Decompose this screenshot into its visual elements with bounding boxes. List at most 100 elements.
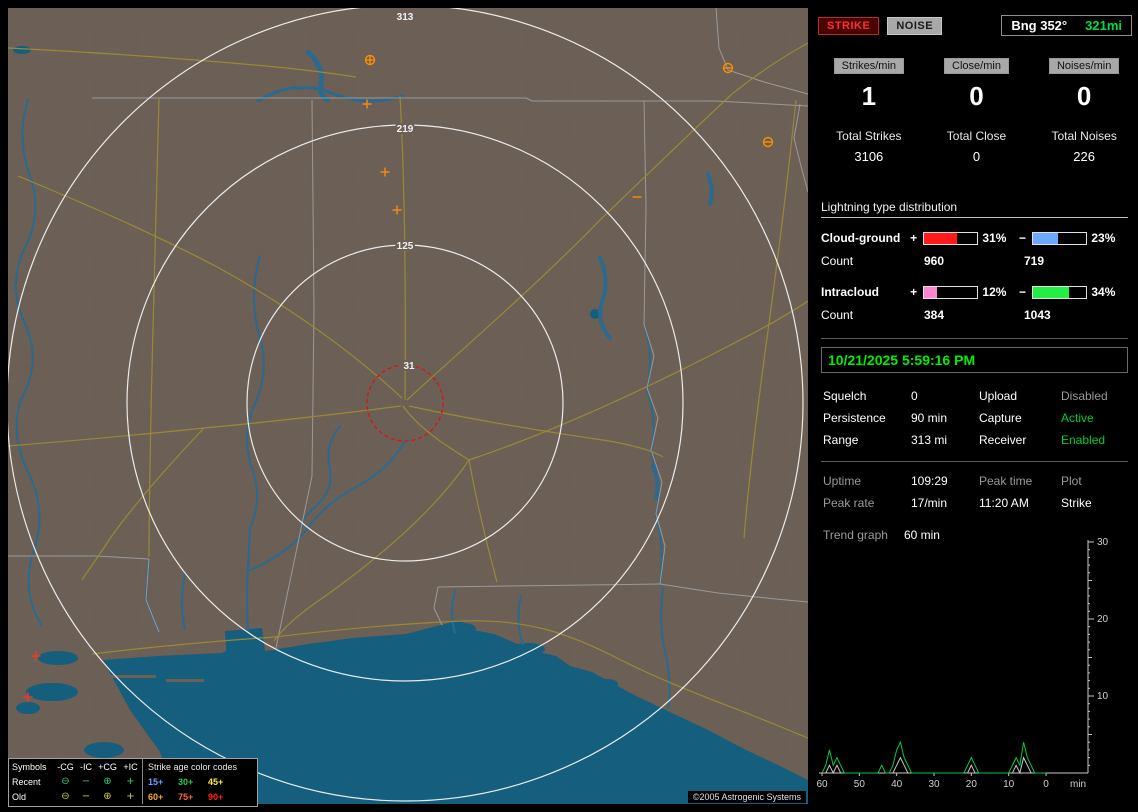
squelch-label: Squelch bbox=[823, 389, 867, 403]
svg-text:10: 10 bbox=[1097, 691, 1109, 702]
squelch-value: 0 bbox=[911, 389, 918, 403]
count-label: Count bbox=[821, 308, 854, 322]
legend-symbols-header: Symbols bbox=[12, 761, 47, 772]
ic-negative-percent: 34% bbox=[1091, 285, 1116, 299]
trend-chart: 10 20 30 60 50 40 30 20 10 0 min bbox=[816, 537, 1109, 790]
close-per-min-value: 0 bbox=[969, 81, 984, 111]
svg-text:40: 40 bbox=[891, 779, 903, 790]
old-pcg-icon: ⊕ bbox=[103, 790, 112, 802]
persistence-value: 90 min bbox=[911, 411, 948, 425]
upload-status: Disabled bbox=[1061, 389, 1108, 403]
cg-positive-percent: 31% bbox=[982, 231, 1007, 245]
peak-time-value: 11:20 AM bbox=[979, 496, 1029, 510]
plot-label: Plot bbox=[1061, 474, 1082, 488]
divider bbox=[821, 461, 1128, 462]
map-display[interactable]: 313 219 125 31 Symbols -CG -IC +CG +IC S… bbox=[8, 8, 808, 807]
cg-negative-count: 719 bbox=[1024, 254, 1045, 268]
bearing-value: Bng 352° bbox=[1011, 18, 1068, 33]
svg-text:30: 30 bbox=[928, 779, 940, 790]
plus-sign: + bbox=[910, 231, 918, 245]
age-60: 60+ bbox=[148, 791, 164, 802]
svg-text:30: 30 bbox=[1097, 537, 1109, 548]
legend-recent-label: Recent bbox=[12, 776, 41, 787]
ring-label-125: 125 bbox=[397, 241, 414, 252]
old-nic-icon: − bbox=[81, 790, 91, 802]
recent-ncg-icon: ⊖ bbox=[61, 775, 70, 787]
ic-negative-bar bbox=[1031, 285, 1088, 299]
svg-text:10: 10 bbox=[1003, 779, 1015, 790]
intracloud-count-row: Count 384 1043 bbox=[821, 308, 1128, 322]
total-counters: Total Strikes 3106 Total Close 0 Total N… bbox=[815, 129, 1138, 164]
close-per-min-label: Close/min bbox=[944, 58, 1009, 74]
plus-sign: + bbox=[910, 285, 918, 299]
strikes-per-min-label: Strikes/min bbox=[833, 58, 905, 74]
copyright-notice: ©2005 Astrogenic Systems bbox=[687, 791, 806, 803]
settings-grid: Squelch 0 Upload Disabled Persistence 90… bbox=[823, 389, 1132, 447]
total-close-value: 0 bbox=[972, 149, 981, 164]
strike-mode-button[interactable]: STRIKE bbox=[818, 16, 880, 35]
strikes-per-min-value: 1 bbox=[861, 81, 877, 111]
recent-age-codes: 15+ 30+ 45+ bbox=[142, 774, 257, 789]
ic-negative-count: 1043 bbox=[1024, 308, 1051, 322]
map-legend: Symbols -CG -IC +CG +IC Strike age color… bbox=[8, 758, 258, 807]
range-label: Range bbox=[823, 433, 859, 447]
legend-old-label: Old bbox=[12, 791, 27, 802]
ic-positive-percent: 12% bbox=[982, 285, 1007, 299]
cloud-ground-row: Cloud-ground + 31% − 23% bbox=[821, 230, 1128, 246]
noises-per-min-label: Noises/min bbox=[1048, 58, 1120, 74]
receiver-status: Enabled bbox=[1061, 433, 1106, 447]
old-pic-icon: + bbox=[126, 790, 135, 802]
uptime-value: 109:29 bbox=[911, 474, 948, 488]
recent-pcg-icon: ⊕ bbox=[103, 775, 112, 787]
legend-nic-header: -IC bbox=[80, 761, 92, 772]
total-strikes-label: Total Strikes bbox=[836, 129, 902, 143]
intracloud-row: Intracloud + 12% − 34% bbox=[821, 284, 1128, 300]
svg-text:20: 20 bbox=[966, 779, 978, 790]
receiver-label: Receiver bbox=[979, 433, 1027, 447]
age-30: 30+ bbox=[178, 776, 194, 787]
recent-nic-icon: − bbox=[81, 775, 91, 787]
uptime-label: Uptime bbox=[823, 474, 862, 488]
cg-positive-count: 960 bbox=[924, 254, 945, 268]
lightning-map: 313 219 125 31 bbox=[8, 8, 808, 804]
svg-text:20: 20 bbox=[1097, 614, 1109, 625]
rate-counters: Strikes/min 1 Close/min 0 Noises/min 0 bbox=[815, 58, 1138, 112]
display-mode-row: STRIKE NOISE Bng 352° 321mi bbox=[818, 15, 1132, 36]
old-ncg-icon: ⊖ bbox=[61, 790, 70, 802]
noises-per-min-column: Noises/min 0 bbox=[1030, 58, 1138, 112]
peak-time-label: Peak time bbox=[979, 474, 1033, 488]
close-per-min-column: Close/min 0 bbox=[923, 58, 1031, 112]
status-grid: Uptime 109:29 Peak time Plot Peak rate 1… bbox=[823, 474, 1132, 510]
total-close-column: Total Close 0 bbox=[923, 129, 1031, 164]
distribution-title: Lightning type distribution bbox=[821, 200, 1128, 218]
bearing-range-display: Bng 352° 321mi bbox=[1001, 15, 1132, 36]
old-age-codes: 60+ 75+ 90+ bbox=[142, 789, 257, 804]
svg-text:min: min bbox=[1070, 779, 1086, 790]
ic-positive-count: 384 bbox=[924, 308, 945, 322]
cg-positive-bar bbox=[922, 231, 979, 245]
strikes-per-min-column: Strikes/min 1 bbox=[815, 58, 923, 112]
age-45: 45+ bbox=[208, 776, 224, 787]
upload-label: Upload bbox=[979, 389, 1018, 403]
datetime-display: 10/21/2025 5:59:16 PM bbox=[821, 347, 1128, 373]
noises-per-min-value: 0 bbox=[1076, 81, 1092, 111]
persistence-label: Persistence bbox=[823, 411, 886, 425]
strike-symbol bbox=[364, 54, 376, 66]
ring-label-313: 313 bbox=[397, 12, 414, 23]
age-90: 90+ bbox=[208, 791, 224, 802]
total-strikes-value: 3106 bbox=[854, 149, 884, 164]
count-label: Count bbox=[821, 254, 854, 268]
total-close-label: Total Close bbox=[946, 129, 1007, 143]
cloud-ground-count-row: Count 960 719 bbox=[821, 254, 1128, 268]
legend-pcg-header: +CG bbox=[98, 761, 117, 772]
intracloud-label: Intracloud bbox=[821, 285, 880, 299]
minus-sign: − bbox=[1019, 231, 1027, 245]
noise-mode-button[interactable]: NOISE bbox=[887, 16, 943, 35]
svg-text:60: 60 bbox=[816, 779, 828, 790]
minus-sign: − bbox=[1019, 285, 1027, 299]
total-noises-label: Total Noises bbox=[1051, 129, 1117, 143]
cloud-ground-label: Cloud-ground bbox=[821, 231, 901, 245]
cg-negative-bar bbox=[1031, 231, 1088, 245]
age-15: 15+ bbox=[148, 776, 164, 787]
recent-pic-icon: + bbox=[126, 775, 135, 787]
